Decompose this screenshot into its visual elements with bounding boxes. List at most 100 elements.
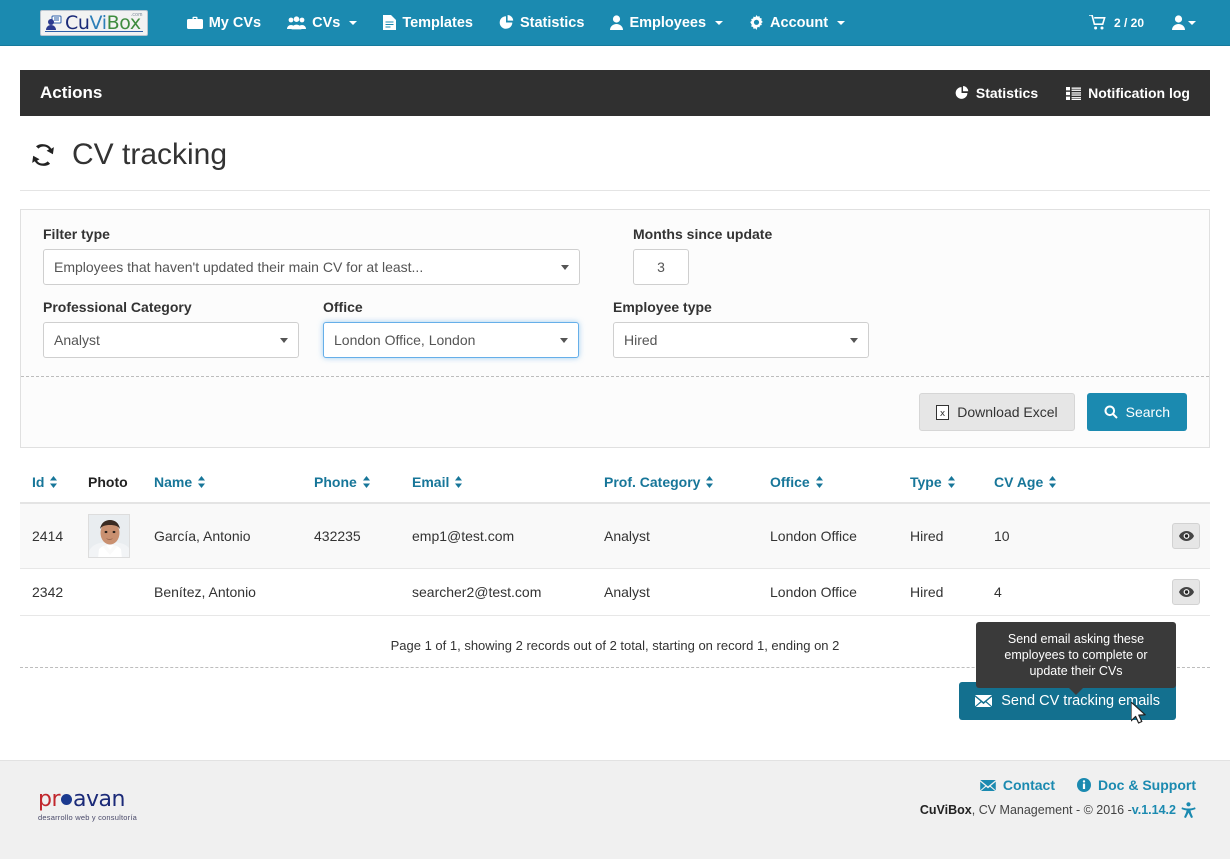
filter-group-professional-category: Professional Category Analyst xyxy=(43,299,299,358)
pie-chart-icon xyxy=(499,15,514,30)
actions-link-notification-log[interactable]: Notification log xyxy=(1066,85,1190,101)
chevron-down-icon xyxy=(349,20,358,25)
download-excel-button[interactable]: x Download Excel xyxy=(919,393,1075,431)
sort-type[interactable]: Type xyxy=(910,474,956,490)
sort-icon xyxy=(1049,476,1057,488)
employee-type-select[interactable]: Hired xyxy=(613,322,869,358)
view-button[interactable] xyxy=(1172,579,1200,605)
cell-type: Hired xyxy=(898,568,982,616)
office-label: Office xyxy=(323,299,363,315)
pagination-text: Page 1 of 1, showing 2 records out of 2 … xyxy=(390,638,840,653)
users-icon xyxy=(287,15,307,30)
nav-item-templates[interactable]: Templates xyxy=(370,9,486,37)
column-header-cv-age: CV Age xyxy=(982,464,1092,504)
column-header-phone: Phone xyxy=(302,464,400,504)
footer-copyright: CuViBox, CV Management - © 2016 - v.1.14… xyxy=(920,802,1196,818)
column-label: Photo xyxy=(88,474,128,490)
nav-right-group: 2 / 20 xyxy=(1075,9,1212,36)
cell-cv-age: 4 xyxy=(982,568,1092,616)
nav-label: Account xyxy=(770,14,829,31)
download-excel-label: Download Excel xyxy=(957,404,1058,420)
professional-category-select[interactable]: Analyst xyxy=(43,322,299,358)
nav-item-account[interactable]: Account xyxy=(736,9,858,37)
professional-category-label: Professional Category xyxy=(43,299,192,315)
office-select[interactable]: London Office, London xyxy=(323,322,579,358)
footer-inner: pr avan desarrollo web y consultoría Cont… xyxy=(20,761,1210,859)
brand-logo[interactable]: CuViBox .com xyxy=(40,9,148,36)
list-icon xyxy=(1066,86,1082,100)
sort-cv-age[interactable]: CV Age xyxy=(994,474,1057,490)
actions-bar: Actions Statistics Notification log xyxy=(20,70,1210,116)
cuvibox-logo-icon xyxy=(45,15,63,31)
shopping-cart-icon xyxy=(1088,14,1106,30)
view-button[interactable] xyxy=(1172,523,1200,549)
cell-office: London Office xyxy=(758,568,898,616)
partner-logo-word: pr avan xyxy=(38,789,137,811)
cell-type: Hired xyxy=(898,503,982,569)
footer-right: Contact Doc & Support CuViBox, CV Manage… xyxy=(920,777,1210,818)
search-button[interactable]: Search xyxy=(1086,393,1187,431)
partner-name-part2: avan xyxy=(73,787,125,812)
universal-access-icon[interactable] xyxy=(1181,802,1196,818)
eye-icon xyxy=(1178,531,1194,541)
sort-icon xyxy=(198,476,206,488)
column-label: Phone xyxy=(314,474,357,490)
cell-photo xyxy=(76,503,142,569)
nav-item-my-cvs[interactable]: My CVs xyxy=(174,9,274,37)
nav-label: CVs xyxy=(312,14,341,31)
sort-prof-category[interactable]: Prof. Category xyxy=(604,474,714,490)
column-label: Office xyxy=(770,474,810,490)
cell-phone: 432235 xyxy=(302,503,400,569)
partner-logo[interactable]: pr avan desarrollo web y consultoría xyxy=(20,777,137,823)
cell-category: Analyst xyxy=(592,503,758,569)
months-input[interactable] xyxy=(633,249,689,285)
filter-row-1: Filter type Employees that haven't updat… xyxy=(43,226,1187,299)
footer-link-contact[interactable]: Contact xyxy=(980,777,1055,793)
chevron-down-icon xyxy=(561,264,569,270)
actions-links: Statistics Notification log xyxy=(955,85,1190,101)
sort-email[interactable]: Email xyxy=(412,474,463,490)
user-icon xyxy=(610,15,624,30)
professional-category-value: Analyst xyxy=(54,332,100,348)
nav-item-employees[interactable]: Employees xyxy=(597,9,736,37)
table-header-row: Id Photo Name Phone Email Prof. Category… xyxy=(20,464,1210,504)
chevron-down-icon xyxy=(560,337,568,343)
footer-copyright-brand: CuViBox xyxy=(919,803,972,817)
column-header-name: Name xyxy=(142,464,302,504)
user-menu[interactable] xyxy=(1162,9,1212,36)
employee-type-value: Hired xyxy=(624,332,658,348)
nav-item-cvs[interactable]: CVs xyxy=(274,9,370,37)
months-label: Months since update xyxy=(633,226,773,242)
sort-icon xyxy=(50,476,58,488)
refresh-icon xyxy=(28,140,58,170)
actions-link-label: Notification log xyxy=(1088,85,1190,101)
column-label: Id xyxy=(32,474,45,490)
partner-tagline: desarrollo web y consultoría xyxy=(38,813,137,822)
column-header-prof-category: Prof. Category xyxy=(592,464,758,504)
footer-version: v.1.14.2 xyxy=(1131,803,1176,817)
cell-cv-age: 10 xyxy=(982,503,1092,569)
sort-phone[interactable]: Phone xyxy=(314,474,371,490)
sort-office[interactable]: Office xyxy=(770,474,824,490)
filter-type-select[interactable]: Employees that haven't updated their mai… xyxy=(43,249,580,285)
actions-link-statistics[interactable]: Statistics xyxy=(955,85,1038,101)
eye-icon xyxy=(1178,587,1194,597)
send-action-row: Send email asking these employees to com… xyxy=(20,622,1210,744)
sort-name[interactable]: Name xyxy=(154,474,206,490)
nav-item-statistics[interactable]: Statistics xyxy=(486,9,597,37)
send-emails-tooltip: Send email asking these employees to com… xyxy=(976,622,1176,695)
column-header-type: Type xyxy=(898,464,982,504)
actions-link-label: Statistics xyxy=(975,85,1039,101)
sort-id[interactable]: Id xyxy=(32,474,58,490)
pie-chart-icon xyxy=(955,86,969,100)
column-header-office: Office xyxy=(758,464,898,504)
column-label: CV Age xyxy=(994,474,1044,490)
nav-label: Employees xyxy=(629,14,707,31)
results-table: Id Photo Name Phone Email Prof. Category… xyxy=(20,464,1210,616)
employee-photo xyxy=(88,514,130,558)
cell-office: London Office xyxy=(758,503,898,569)
footer-link-doc-support[interactable]: Doc & Support xyxy=(1077,777,1196,793)
filter-panel: Filter type Employees that haven't updat… xyxy=(20,209,1210,448)
cart-indicator[interactable]: 2 / 20 xyxy=(1075,9,1158,36)
cell-category: Analyst xyxy=(592,568,758,616)
